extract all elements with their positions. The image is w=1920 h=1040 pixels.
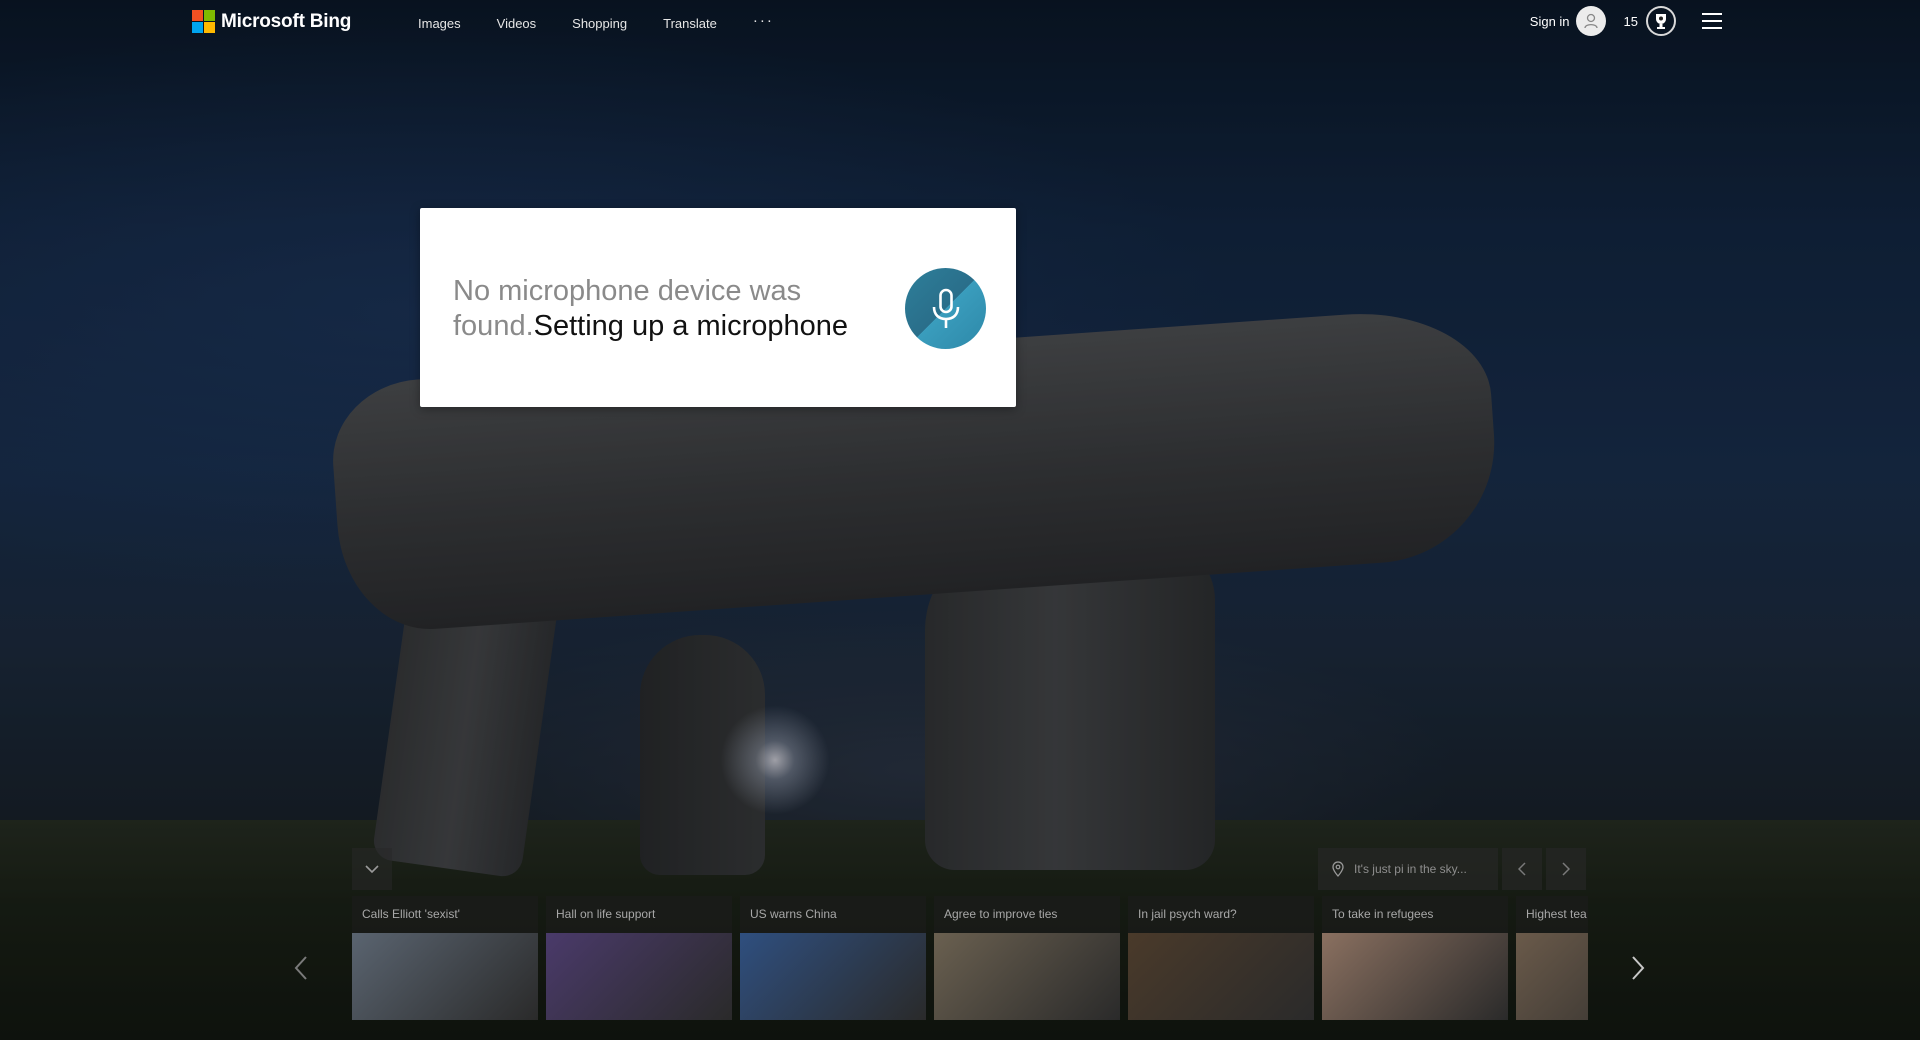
user-icon[interactable] xyxy=(1575,6,1606,36)
news-card[interactable]: Highest tea xyxy=(1516,896,1588,1020)
news-title: Agree to improve ties xyxy=(944,907,1058,921)
news-next-arrow[interactable] xyxy=(1626,950,1650,986)
microphone-dialog: No microphone device was found.Setting u… xyxy=(420,208,1016,407)
rewards-points[interactable]: 15 xyxy=(1624,14,1638,29)
mic-message: No microphone device was found.Setting u… xyxy=(453,274,873,344)
chevron-left-icon xyxy=(1518,862,1526,876)
news-card[interactable]: In jail psych ward? xyxy=(1128,896,1314,1020)
location-bar[interactable]: It's just pi in the sky... xyxy=(1318,848,1498,890)
location-text: It's just pi in the sky... xyxy=(1354,862,1467,876)
nav-translate[interactable]: Translate xyxy=(663,16,717,31)
chevron-right-icon xyxy=(1632,956,1645,980)
news-thumbnail xyxy=(1128,933,1314,1020)
news-title: Calls Elliott 'sexist' xyxy=(362,907,460,921)
news-title: In jail psych ward? xyxy=(1138,907,1237,921)
news-card[interactable]: Agree to improve ties xyxy=(934,896,1120,1020)
nav-more-button[interactable]: ··· xyxy=(753,12,774,31)
news-title: US warns China xyxy=(750,907,837,921)
news-card[interactable]: Hall on life support xyxy=(546,896,732,1020)
microphone-icon xyxy=(932,288,959,328)
news-title: Highest tea xyxy=(1526,907,1587,921)
news-thumbnail xyxy=(740,933,926,1020)
location-prev-button[interactable] xyxy=(1502,848,1542,890)
dim-overlay xyxy=(0,0,1920,1040)
news-card[interactable]: To take in refugees xyxy=(1322,896,1508,1020)
nav-videos[interactable]: Videos xyxy=(497,16,537,31)
setup-mic-link[interactable]: Setting up a microphone xyxy=(534,310,848,342)
chevron-left-icon xyxy=(294,956,307,980)
news-thumbnail xyxy=(1322,933,1508,1020)
location-next-button[interactable] xyxy=(1546,848,1586,890)
trophy-icon[interactable] xyxy=(1646,6,1676,36)
microphone-button[interactable] xyxy=(905,268,986,349)
logo-text: Microsoft Bing xyxy=(221,10,352,32)
sign-in-link[interactable]: Sign in xyxy=(1530,14,1570,29)
news-prev-arrow[interactable] xyxy=(289,950,313,986)
account-tools: Sign in 15 xyxy=(1530,6,1722,36)
news-title: To take in refugees xyxy=(1332,907,1434,921)
top-nav: Images Videos Shopping Translate ··· xyxy=(418,12,810,31)
nav-images[interactable]: Images xyxy=(418,16,461,31)
news-thumbnail xyxy=(546,933,732,1020)
chevron-down-icon xyxy=(365,864,379,873)
location-pin-icon xyxy=(1332,861,1344,877)
news-thumbnail xyxy=(352,933,538,1020)
news-card[interactable]: Calls Elliott 'sexist' xyxy=(352,896,538,1020)
hamburger-icon[interactable] xyxy=(1702,13,1722,29)
news-thumbnail xyxy=(1516,933,1588,1020)
news-title: Hall on life support xyxy=(556,907,656,921)
news-thumbnail xyxy=(934,933,1120,1020)
bing-logo[interactable]: Microsoft Bing xyxy=(192,10,351,33)
collapse-news-button[interactable] xyxy=(352,848,392,890)
news-carousel: Calls Elliott 'sexist' Hall on life supp… xyxy=(352,896,1588,1020)
top-header: Microsoft Bing Images Videos Shopping Tr… xyxy=(0,0,1920,44)
nav-shopping[interactable]: Shopping xyxy=(572,16,627,31)
news-card[interactable]: US warns China xyxy=(740,896,926,1020)
microsoft-logo-icon xyxy=(192,10,215,33)
chevron-right-icon xyxy=(1562,862,1570,876)
